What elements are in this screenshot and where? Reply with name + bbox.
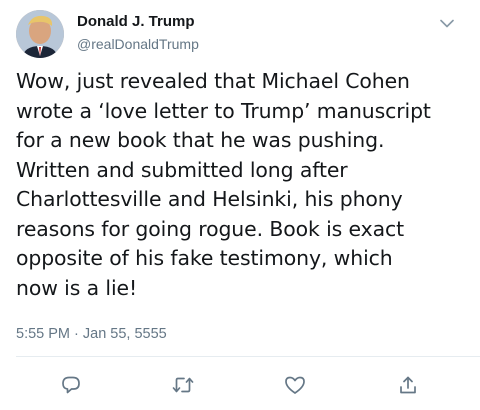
avatar[interactable] [16,10,64,58]
tweet-text: Wow, just revealed that Michael Cohen wr… [16,69,431,300]
reply-button[interactable] [56,370,86,400]
divider [16,356,480,357]
author-name[interactable]: Donald J. Trump [77,13,195,30]
tweet-menu-button[interactable] [436,12,458,34]
share-icon [400,376,416,394]
retweet-icon [172,377,194,393]
retweet-button[interactable] [168,370,198,400]
heart-icon [285,376,305,394]
chevron-down-icon [440,19,454,27]
share-button[interactable] [393,370,423,400]
reply-icon [62,376,80,394]
tweet-timestamp[interactable]: 5:55 PM · Jan 55, 5555 [16,326,167,342]
tweet-card: Donald J. Trump @realDonaldTrump Wow, ju… [0,0,480,410]
action-bar [0,368,480,402]
like-button[interactable] [280,370,310,400]
author-handle[interactable]: @realDonaldTrump [77,36,199,52]
